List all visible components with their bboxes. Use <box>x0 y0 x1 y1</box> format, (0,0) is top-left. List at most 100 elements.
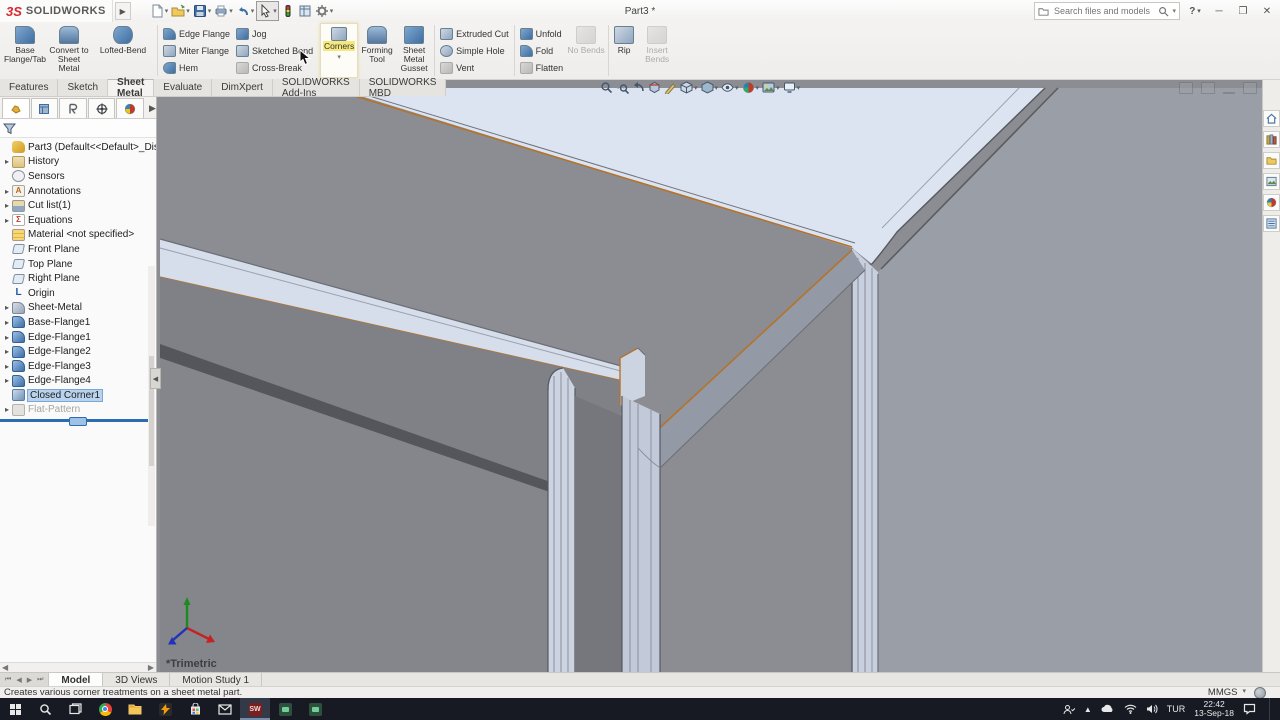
convert-to-sheet-metal-button[interactable]: Convert to Sheet Metal <box>47 22 91 79</box>
language-indicator[interactable]: TUR <box>1167 704 1186 714</box>
search-box[interactable]: ▾ <box>1034 2 1180 20</box>
options-button[interactable]: ▾ <box>314 2 335 20</box>
tree-root[interactable]: Part3 (Default<<Default>_Display State <box>0 140 156 155</box>
configuration-manager-tab[interactable] <box>59 98 87 118</box>
forming-tool-button[interactable]: Forming Tool <box>358 22 396 79</box>
view-orientation-button[interactable]: ▾ <box>680 81 698 94</box>
people-icon[interactable] <box>1063 704 1075 715</box>
tray-expand-icon[interactable]: ▲ <box>1084 705 1092 714</box>
expander-icon[interactable]: ▸ <box>2 187 12 196</box>
tree-item-edge-flange4[interactable]: ▸Edge-Flange4 <box>0 374 156 389</box>
tree-horizontal-scrollbar[interactable]: ◀ ▶ <box>0 662 156 672</box>
manager-pane-expand-icon[interactable]: ▶ <box>149 103 156 118</box>
dynamic-annotation-button[interactable] <box>664 81 677 94</box>
first-tab-icon[interactable]: ⏮ <box>3 676 13 684</box>
units-selector[interactable]: MMGS▾ <box>1208 687 1246 698</box>
tree-filter-row[interactable] <box>0 119 156 138</box>
tree-item-top-plane[interactable]: Top Plane <box>0 257 156 272</box>
restore-button[interactable]: ❐ <box>1234 3 1252 19</box>
expander-icon[interactable]: ▸ <box>2 362 12 371</box>
flash-app-button[interactable] <box>150 698 180 720</box>
menu-expand-arrow[interactable]: ▶ <box>115 2 131 20</box>
tree-vertical-scrollbar[interactable] <box>148 266 155 526</box>
tab-dimxpert[interactable]: DimXpert <box>212 79 273 96</box>
tree-item-edge-flange2[interactable]: ▸Edge-Flange2 <box>0 344 156 359</box>
expander-icon[interactable]: ▸ <box>2 405 12 414</box>
3d-views-tab[interactable]: 3D Views <box>103 673 170 687</box>
print-button[interactable]: ▾ <box>213 2 234 20</box>
next-tab-icon[interactable]: ▶ <box>25 676 34 684</box>
undo-button[interactable]: ▾ <box>235 2 256 20</box>
expander-icon[interactable]: ▸ <box>2 201 12 210</box>
action-center-icon[interactable] <box>1243 703 1256 715</box>
display-style-button[interactable]: ▾ <box>701 81 719 94</box>
select-button[interactable]: ▾ <box>256 1 279 21</box>
motion-study-tab[interactable]: Motion Study 1 <box>170 673 262 687</box>
tree-item-equations[interactable]: ▸Equations <box>0 213 156 228</box>
display-manager-tab[interactable] <box>116 98 144 118</box>
volume-icon[interactable] <box>1146 704 1158 714</box>
clock[interactable]: 22:42 13-Sep-18 <box>1194 700 1234 718</box>
scroll-left-arrow[interactable]: ◀ <box>2 663 8 672</box>
last-tab-icon[interactable]: ⏭ <box>35 676 45 684</box>
taskbar-search-button[interactable] <box>30 698 60 720</box>
task-view-button[interactable] <box>60 698 90 720</box>
model-tab[interactable]: Model <box>49 673 103 687</box>
doc-prev-icon[interactable] <box>1179 82 1193 94</box>
jog-button[interactable]: Jog <box>236 26 313 41</box>
search-icon[interactable] <box>1158 6 1169 17</box>
expander-icon[interactable]: ▸ <box>2 333 12 342</box>
design-library-pane-button[interactable] <box>1263 131 1280 148</box>
capture-app-1-button[interactable] <box>270 698 300 720</box>
tab-scroll-buttons[interactable]: ⏮ ◀ ▶ ⏭ <box>0 673 49 687</box>
tab-solidworks-mbd[interactable]: SOLIDWORKS MBD <box>360 79 447 96</box>
zoom-to-area-button[interactable] <box>616 81 629 94</box>
apply-scene-button[interactable]: ▾ <box>762 81 780 94</box>
doc-minimize-icon[interactable] <box>1223 92 1235 94</box>
capture-app-2-button[interactable] <box>300 698 330 720</box>
expander-icon[interactable]: ▸ <box>2 376 12 385</box>
base-flange-button[interactable]: Base Flange/Tab <box>3 22 47 79</box>
doc-next-icon[interactable] <box>1201 82 1215 94</box>
design-library-button[interactable] <box>297 2 313 20</box>
tree-item-cut-list[interactable]: ▸Cut list(1) <box>0 198 156 213</box>
panel-collapse-arrow[interactable]: ◀ <box>150 368 161 389</box>
tab-solidworks-add-ins[interactable]: SOLIDWORKS Add-Ins <box>273 79 360 96</box>
scroll-right-arrow[interactable]: ▶ <box>148 663 154 672</box>
tab-sheet-metal[interactable]: Sheet Metal <box>108 79 154 96</box>
close-button[interactable]: ✕ <box>1258 3 1276 19</box>
performance-evaluation-button[interactable] <box>280 2 296 20</box>
fold-button[interactable]: Fold <box>520 43 564 58</box>
hem-button[interactable]: Hem <box>163 60 230 75</box>
prev-tab-icon[interactable]: ◀ <box>14 676 23 684</box>
lofted-bend-button[interactable]: Lofted-Bend <box>91 22 155 79</box>
save-button[interactable]: ▾ <box>192 2 213 20</box>
tab-features[interactable]: Features <box>0 79 58 96</box>
previous-view-button[interactable] <box>632 81 645 94</box>
expander-icon[interactable]: ▸ <box>2 347 12 356</box>
open-document-button[interactable]: ▾ <box>170 2 191 20</box>
feature-manager-tab[interactable] <box>2 98 30 118</box>
doc-restore-icon[interactable] <box>1243 82 1257 94</box>
flatten-button[interactable]: Flatten <box>520 60 564 75</box>
wifi-icon[interactable] <box>1124 704 1137 714</box>
tree-item-annotations[interactable]: ▸Annotations <box>0 184 156 199</box>
property-manager-tab[interactable] <box>31 98 59 118</box>
minimize-button[interactable]: ─ <box>1210 3 1228 19</box>
zoom-to-fit-button[interactable] <box>600 81 613 94</box>
view-palette-button[interactable] <box>1263 173 1280 190</box>
tab-evaluate[interactable]: Evaluate <box>154 79 212 96</box>
sheet-metal-gusset-button[interactable]: Sheet Metal Gusset <box>396 22 432 79</box>
help-button[interactable]: ?▾ <box>1186 3 1204 19</box>
tree-item-edge-flange1[interactable]: ▸Edge-Flange1 <box>0 330 156 345</box>
tree-item-history[interactable]: ▸History <box>0 155 156 170</box>
tree-item-origin[interactable]: Origin <box>0 286 156 301</box>
tree-item-flat-pattern[interactable]: ▸Flat-Pattern <box>0 403 156 418</box>
tree-item-right-plane[interactable]: Right Plane <box>0 271 156 286</box>
tree-item-sensors[interactable]: Sensors <box>0 169 156 184</box>
edge-flange-button[interactable]: Edge Flange <box>163 26 230 41</box>
miter-flange-button[interactable]: Miter Flange <box>163 43 230 58</box>
status-globe-icon[interactable] <box>1254 687 1266 699</box>
tab-sketch[interactable]: Sketch <box>58 79 108 96</box>
expander-icon[interactable]: ▸ <box>2 318 12 327</box>
